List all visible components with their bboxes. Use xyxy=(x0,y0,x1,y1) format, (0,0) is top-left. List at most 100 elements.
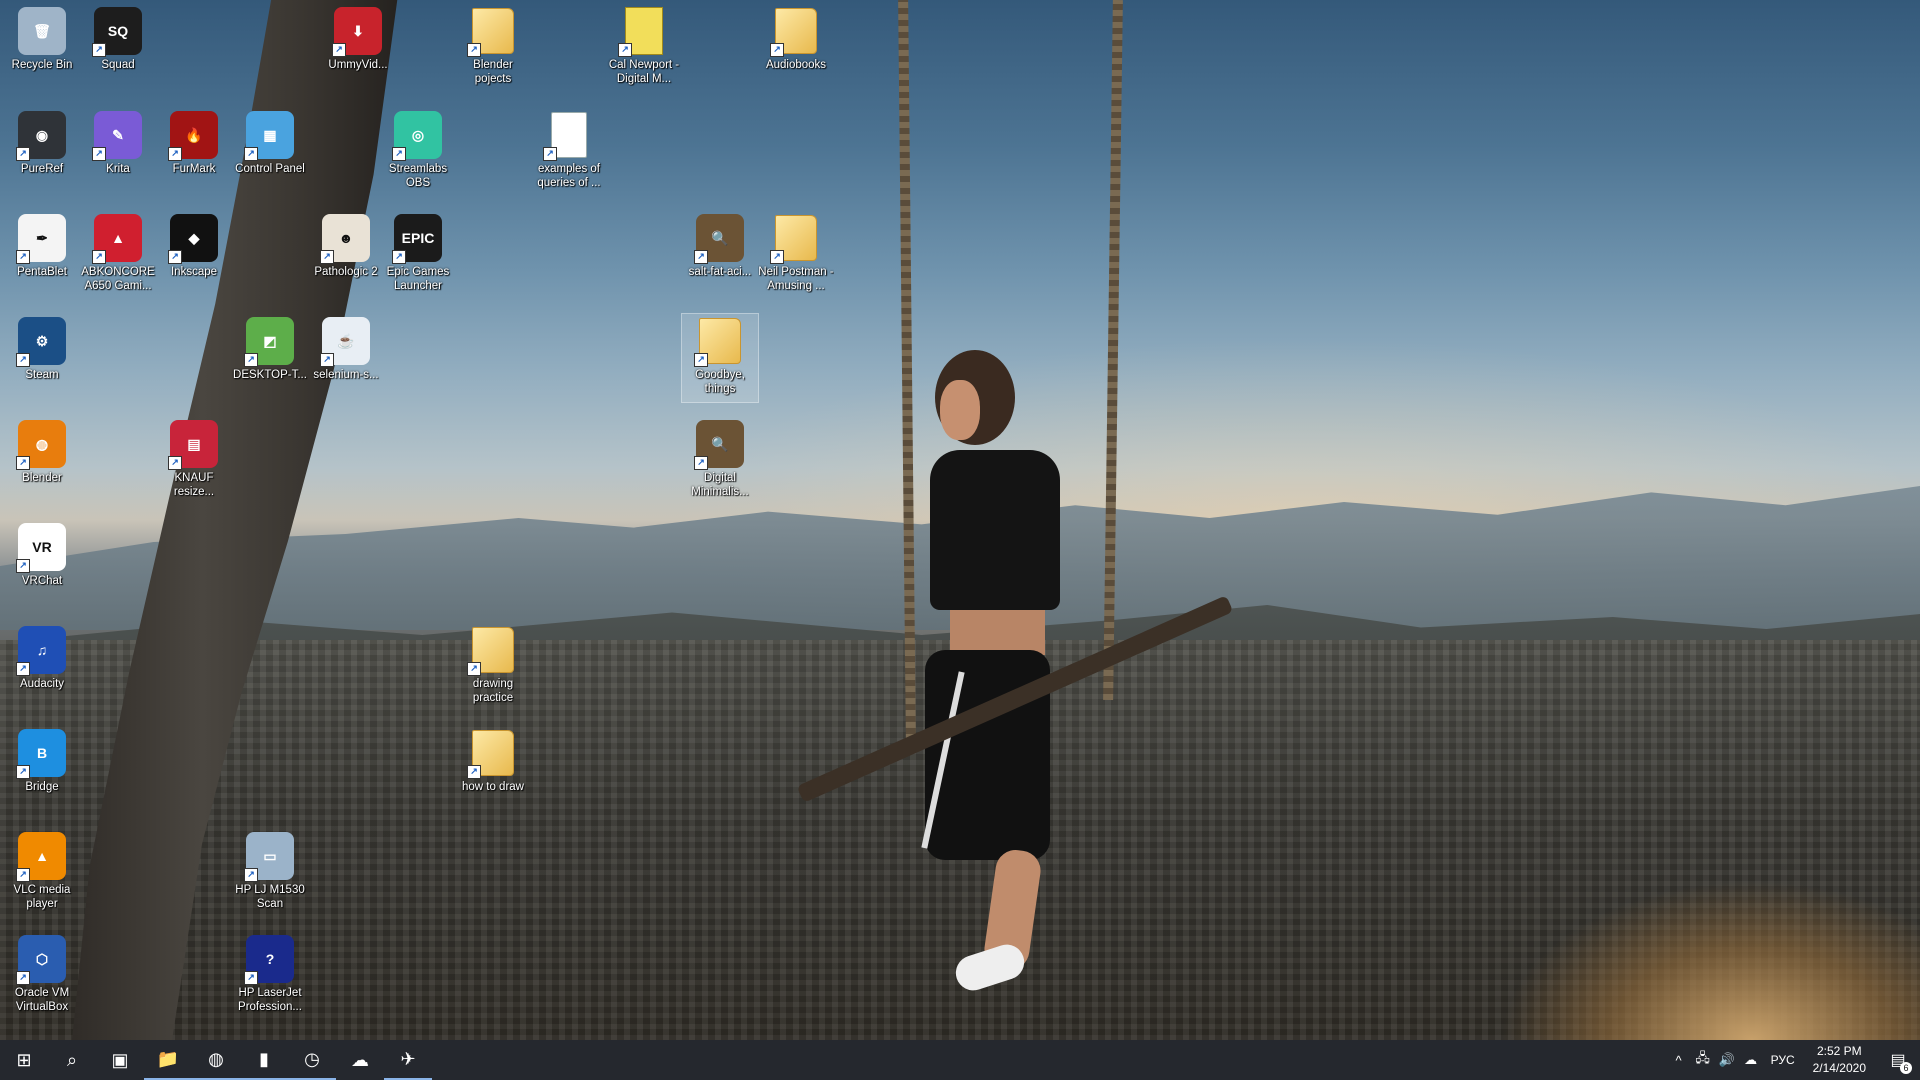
desktop-icon[interactable]: SQ ↗ Squad xyxy=(80,4,156,88)
desktop-icon-label: ABKONCORE A650 Gami... xyxy=(81,266,155,292)
virtualbox-icon: ⬡ ↗ xyxy=(16,935,66,985)
desktop-icon-label: selenium-s... xyxy=(313,369,379,381)
desktop-icon[interactable]: 🔍 ↗ salt-fat-aci... xyxy=(682,211,758,295)
desktop-icon-label: Neil Postman - Amusing ... xyxy=(758,266,834,292)
shortcut-arrow-icon: ↗ xyxy=(392,147,406,161)
desktop-icon[interactable]: ↗ Blender pojects xyxy=(455,4,531,88)
desktop-icon[interactable]: ⬡ ↗ Oracle VM VirtualBox xyxy=(4,932,80,1016)
shortcut-arrow-icon: ↗ xyxy=(16,147,30,161)
desktop-icon[interactable]: ▲ ↗ ABKONCORE A650 Gami... xyxy=(80,211,156,295)
tray-chevron-icon[interactable]: ^ xyxy=(1667,1040,1691,1080)
desktop-icon[interactable]: B ↗ Bridge xyxy=(4,726,80,810)
desktop-icon[interactable]: ↗ Audiobooks xyxy=(758,4,834,88)
shortcut-arrow-icon: ↗ xyxy=(16,868,30,882)
desktop-icon[interactable]: ▭ ↗ HP LJ M1530 Scan xyxy=(232,829,308,913)
onedrive-app-icon: ☁ xyxy=(351,1049,369,1070)
taskbar-app-chrome[interactable]: ◍ xyxy=(192,1040,240,1080)
desktop-icon-label: salt-fat-aci... xyxy=(688,266,752,278)
bridge-icon: B ↗ xyxy=(16,729,66,779)
shortcut-arrow-icon: ↗ xyxy=(92,250,106,264)
shortcut-arrow-icon: ↗ xyxy=(244,147,258,161)
desktop-icon-label: UmmyVid... xyxy=(328,59,388,71)
taskbar-app-file-explorer[interactable]: 📁 xyxy=(144,1040,192,1080)
desktop-icon[interactable]: ◉ ↗ PureRef xyxy=(4,108,80,192)
desktop-icon[interactable]: ↗ Cal Newport - Digital M... xyxy=(606,4,682,88)
folder-icon: ↗ xyxy=(467,729,517,779)
taskbar-app-onedrive-app[interactable]: ☁ xyxy=(336,1040,384,1080)
desktop-icon[interactable]: 🔍 ↗ Digital Minimalis... xyxy=(682,417,758,501)
taskbar-clock[interactable]: 2:52 PM 2/14/2020 xyxy=(1803,1043,1876,1077)
desktop-icon[interactable]: ☕ ↗ selenium-s... xyxy=(308,314,384,398)
wallpaper-grass xyxy=(1500,880,1920,1040)
desktop-icon[interactable]: ↗ how to draw xyxy=(455,726,531,810)
desktop-icon-label: VRChat xyxy=(21,575,63,587)
language-indicator[interactable]: РУС xyxy=(1763,1053,1803,1067)
desktop-icon-label: HP LJ M1530 Scan xyxy=(235,884,305,910)
desktop-icon[interactable]: ◆ ↗ Inkscape xyxy=(156,211,232,295)
book-reader-icon: ▮ xyxy=(259,1048,269,1069)
desktop-icon[interactable]: ▤ ↗ KNAUF resize... xyxy=(156,417,232,501)
vrchat-icon: VR ↗ xyxy=(16,523,66,573)
desktop-icon[interactable]: ↗ Goodbye, things xyxy=(681,313,759,403)
network-icon[interactable]: 🖧 xyxy=(1691,1040,1715,1080)
desktop-icon-label: Control Panel xyxy=(235,163,305,175)
clock-date: 2/14/2020 xyxy=(1812,1061,1866,1075)
search-button[interactable]: ⌕ xyxy=(48,1040,96,1080)
shortcut-arrow-icon: ↗ xyxy=(694,353,708,367)
desktop-icon[interactable]: ◍ ↗ Blender xyxy=(4,417,80,501)
desktop-icon-label: KNAUF resize... xyxy=(173,472,215,498)
desktop-icon[interactable]: ? ↗ HP LaserJet Profession... xyxy=(232,932,308,1016)
desktop-icon[interactable]: EPIC ↗ Epic Games Launcher xyxy=(380,211,456,295)
shortcut-arrow-icon: ↗ xyxy=(16,765,30,779)
taskbar-app-telegram[interactable]: ✈ xyxy=(384,1040,432,1080)
shortcut-arrow-icon: ↗ xyxy=(92,43,106,57)
desktop-icon[interactable]: 🔥 ↗ FurMark xyxy=(156,108,232,192)
folder-icon: ↗ xyxy=(770,214,820,264)
desktop-icon[interactable]: ◎ ↗ Streamlabs OBS xyxy=(380,108,456,192)
folder-icon: ↗ xyxy=(694,317,744,367)
desktop-icon-label: Steam xyxy=(25,369,59,381)
desktop-icon[interactable]: ☻ ↗ Pathologic 2 xyxy=(308,211,384,295)
taskbar-app-book-reader[interactable]: ▮ xyxy=(240,1040,288,1080)
file-explorer-icon: 📁 xyxy=(156,1048,180,1069)
desktop-icon[interactable]: ✎ ↗ Krita xyxy=(80,108,156,192)
volume-icon[interactable]: 🔊 xyxy=(1715,1040,1739,1080)
desktop-icon-label: VLC media player xyxy=(13,884,71,910)
desktop-icon[interactable]: ▦ ↗ Control Panel xyxy=(232,108,308,192)
desktop-icon[interactable]: ◩ ↗ DESKTOP-T... xyxy=(232,314,308,398)
desktop-icon[interactable]: ↗ examples of queries of ... xyxy=(531,108,607,192)
desktop-icon[interactable]: VR ↗ VRChat xyxy=(4,520,80,604)
desktop-icon-label: PentaBlet xyxy=(17,266,67,278)
shortcut-arrow-icon: ↗ xyxy=(320,353,334,367)
shortcut-arrow-icon: ↗ xyxy=(168,250,182,264)
action-center-button[interactable]: ▤ 6 xyxy=(1876,1040,1920,1080)
desktop-icon[interactable]: ♫ ↗ Audacity xyxy=(4,623,80,707)
pentablet-icon: ✒ ↗ xyxy=(16,214,66,264)
shortcut-arrow-icon: ↗ xyxy=(16,559,30,573)
desktop-icon[interactable]: 🗑 Recycle Bin xyxy=(4,4,80,88)
shortcut-arrow-icon: ↗ xyxy=(16,250,30,264)
shortcut-arrow-icon: ↗ xyxy=(694,456,708,470)
desktop-background[interactable]: 🗑 Recycle Bin SQ ↗ Squad ⬇ ↗ UmmyVid... ↗ Blender… xyxy=(0,0,1920,1040)
desktop-icon[interactable]: ▲ ↗ VLC media player xyxy=(4,829,80,913)
audacity-icon: ♫ ↗ xyxy=(16,626,66,676)
search-icon: ⌕ xyxy=(66,1049,78,1070)
archive-search-icon: 🔍 ↗ xyxy=(694,214,744,264)
vlc-icon: ▲ ↗ xyxy=(16,832,66,882)
task-view-button[interactable]: ▣ xyxy=(96,1040,144,1080)
desktop-icon[interactable]: ✒ ↗ PentaBlet xyxy=(4,211,80,295)
ummy-video-icon: ⬇ ↗ xyxy=(332,7,382,57)
start-button[interactable]: ⊞ xyxy=(0,1040,48,1080)
taskbar-app-clock-app[interactable]: ◷ xyxy=(288,1040,336,1080)
desktop-icon-label: DESKTOP-T... xyxy=(233,369,307,381)
desktop-icon-label: PureRef xyxy=(20,163,64,175)
shortcut-arrow-icon: ↗ xyxy=(543,147,557,161)
notifications-count-badge: 6 xyxy=(1900,1062,1912,1074)
onedrive-icon[interactable]: ☁ xyxy=(1739,1040,1763,1080)
shortcut-arrow-icon: ↗ xyxy=(770,250,784,264)
desktop-icon[interactable]: ↗ drawing practice xyxy=(455,623,531,707)
desktop-icon[interactable]: ⚙ ↗ Steam xyxy=(4,314,80,398)
desktop-icon[interactable]: ⬇ ↗ UmmyVid... xyxy=(320,4,396,88)
desktop-icon[interactable]: ↗ Neil Postman - Amusing ... xyxy=(758,211,834,295)
desktop-icon-label: Squad xyxy=(101,59,135,71)
